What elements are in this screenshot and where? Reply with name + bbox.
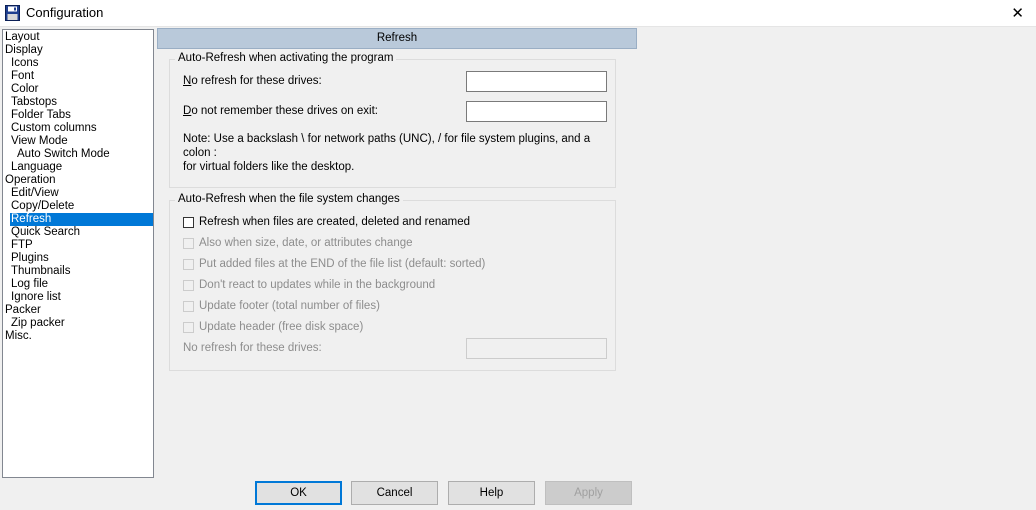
- checkbox-label: Update header (free disk space): [199, 321, 364, 333]
- fs-no-refresh-drives-label: No refresh for these drives:: [183, 342, 322, 354]
- tree-item-folder-tabs[interactable]: Folder Tabs: [10, 109, 72, 122]
- checkbox-label: Update footer (total number of files): [199, 300, 380, 312]
- tree-item-ftp[interactable]: FTP: [10, 239, 34, 252]
- checkbox[interactable]: [183, 259, 194, 270]
- tree-item-auto-switch-mode[interactable]: Auto Switch Mode: [16, 148, 111, 161]
- tree-item-ignore-list[interactable]: Ignore list: [10, 291, 62, 304]
- checkbox-label: Refresh when files are created, deleted …: [199, 216, 471, 228]
- activation-refresh-group: Auto-Refresh when activating the program…: [169, 52, 616, 188]
- checkbox-label: Put added files at the END of the file l…: [199, 258, 486, 270]
- title-bar: Configuration ✕: [0, 0, 1036, 27]
- filesystem-refresh-group: Auto-Refresh when the file system change…: [169, 193, 616, 371]
- tree-item-language[interactable]: Language: [10, 161, 63, 174]
- close-icon[interactable]: ✕: [1011, 4, 1024, 22]
- checkbox[interactable]: [183, 238, 194, 249]
- note-line-2: for virtual folders like the desktop.: [183, 161, 355, 173]
- page-title: Refresh: [157, 28, 637, 49]
- tree-item-layout[interactable]: Layout: [4, 31, 41, 44]
- no-remember-drives-input[interactable]: [466, 101, 607, 122]
- ok-button[interactable]: OK: [255, 481, 342, 505]
- tree-item-color[interactable]: Color: [10, 83, 39, 96]
- tree-item-refresh[interactable]: Refresh: [10, 213, 153, 226]
- tree-item-edit-view[interactable]: Edit/View: [10, 187, 60, 200]
- group-title: Auto-Refresh when activating the program: [175, 52, 397, 64]
- no-remember-drives-label: Do not remember these drives on exit:: [183, 105, 378, 117]
- tree-item-thumbnails[interactable]: Thumbnails: [10, 265, 71, 278]
- apply-button[interactable]: Apply: [545, 481, 632, 505]
- cancel-button[interactable]: Cancel: [351, 481, 438, 505]
- settings-tree[interactable]: Layout Display Icons Font Color Tabstops Folde…: [2, 29, 154, 478]
- tree-item-quick-search[interactable]: Quick Search: [10, 226, 81, 239]
- tree-item-font[interactable]: Font: [10, 70, 35, 83]
- tree-item-misc[interactable]: Misc.: [4, 330, 33, 343]
- checkbox-label: Also when size, date, or attributes chan…: [199, 237, 413, 249]
- no-refresh-drives-input[interactable]: [466, 71, 607, 92]
- checkbox-label: Don't react to updates while in the back…: [199, 279, 436, 291]
- app-floppy-icon: [5, 5, 20, 21]
- tree-item-operation[interactable]: Operation: [4, 174, 57, 187]
- tree-item-zip-packer[interactable]: Zip packer: [10, 317, 66, 330]
- no-refresh-drives-label: No refresh for these drives:: [183, 75, 322, 87]
- tree-item-packer[interactable]: Packer: [4, 304, 42, 317]
- help-button[interactable]: Help: [448, 481, 535, 505]
- fs-no-refresh-drives-input[interactable]: [466, 338, 607, 359]
- tree-item-custom-columns[interactable]: Custom columns: [10, 122, 98, 135]
- note-line-1: Note: Use a backslash \ for network path…: [183, 133, 591, 159]
- tree-item-log-file[interactable]: Log file: [10, 278, 49, 291]
- group-title: Auto-Refresh when the file system change…: [175, 193, 403, 205]
- checkbox[interactable]: [183, 280, 194, 291]
- tree-item-icons[interactable]: Icons: [10, 57, 40, 70]
- tree-item-copy-delete[interactable]: Copy/Delete: [10, 200, 75, 213]
- tree-item-tabstops[interactable]: Tabstops: [10, 96, 58, 109]
- checkbox[interactable]: [183, 217, 194, 228]
- tree-item-view-mode[interactable]: View Mode: [10, 135, 69, 148]
- checkbox[interactable]: [183, 301, 194, 312]
- tree-item-display[interactable]: Display: [4, 44, 44, 57]
- tree-item-plugins[interactable]: Plugins: [10, 252, 50, 265]
- window-title: Configuration: [26, 5, 104, 20]
- checkbox[interactable]: [183, 322, 194, 333]
- unc-note: Note: Use a backslash \ for network path…: [183, 132, 615, 174]
